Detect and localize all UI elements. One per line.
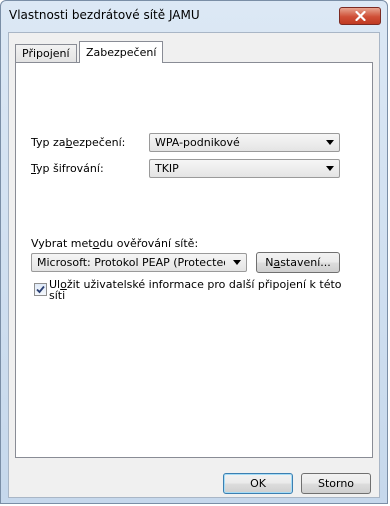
close-button[interactable] — [339, 7, 381, 25]
title-bar[interactable]: Vlastnosti bezdrátové sítě JAMU — [1, 1, 387, 31]
encryption-type-value: TKIP — [155, 162, 179, 175]
settings-button[interactable]: Nastavení... — [256, 252, 340, 273]
security-type-value: WPA-podnikové — [155, 136, 240, 149]
chevron-down-icon — [326, 140, 334, 145]
ok-button[interactable]: OK — [223, 473, 293, 494]
tab-security[interactable]: Zabezpečení — [79, 41, 164, 63]
security-type-select[interactable]: WPA-podnikové — [149, 133, 340, 152]
auth-method-value: Microsoft: Protokol PEAP (Protected I — [37, 256, 225, 269]
tab-security-label: Zabezpečení — [86, 46, 157, 59]
encryption-type-label: Typ šifrování: — [31, 162, 104, 175]
checkmark-icon — [36, 285, 45, 294]
chevron-down-icon — [233, 260, 241, 265]
dialog-client-area: Připojení Zabezpečení Typ zabezpečení: W… — [8, 32, 380, 498]
close-icon — [355, 11, 366, 21]
window-title: Vlastnosti bezdrátové sítě JAMU — [9, 8, 200, 22]
auth-method-label: Vybrat metodu ověřování sítě: — [31, 237, 199, 250]
security-type-label: Typ zabezpečení: — [31, 136, 126, 149]
tab-connection-label: Připojení — [22, 47, 70, 60]
auth-method-select[interactable]: Microsoft: Protokol PEAP (Protected I — [31, 253, 247, 272]
security-tab-panel: Typ zabezpečení: WPA-podnikové Typ šifro… — [15, 62, 373, 458]
remember-credentials-checkbox[interactable] — [34, 283, 47, 296]
dialog-window: Vlastnosti bezdrátové sítě JAMU Připojen… — [0, 0, 388, 504]
encryption-type-select[interactable]: TKIP — [149, 159, 340, 178]
remember-credentials-label[interactable]: Uložit uživatelské informace pro další p… — [49, 279, 342, 301]
chevron-down-icon — [326, 166, 334, 171]
cancel-button[interactable]: Storno — [301, 473, 371, 494]
tab-connection[interactable]: Připojení — [15, 44, 77, 62]
